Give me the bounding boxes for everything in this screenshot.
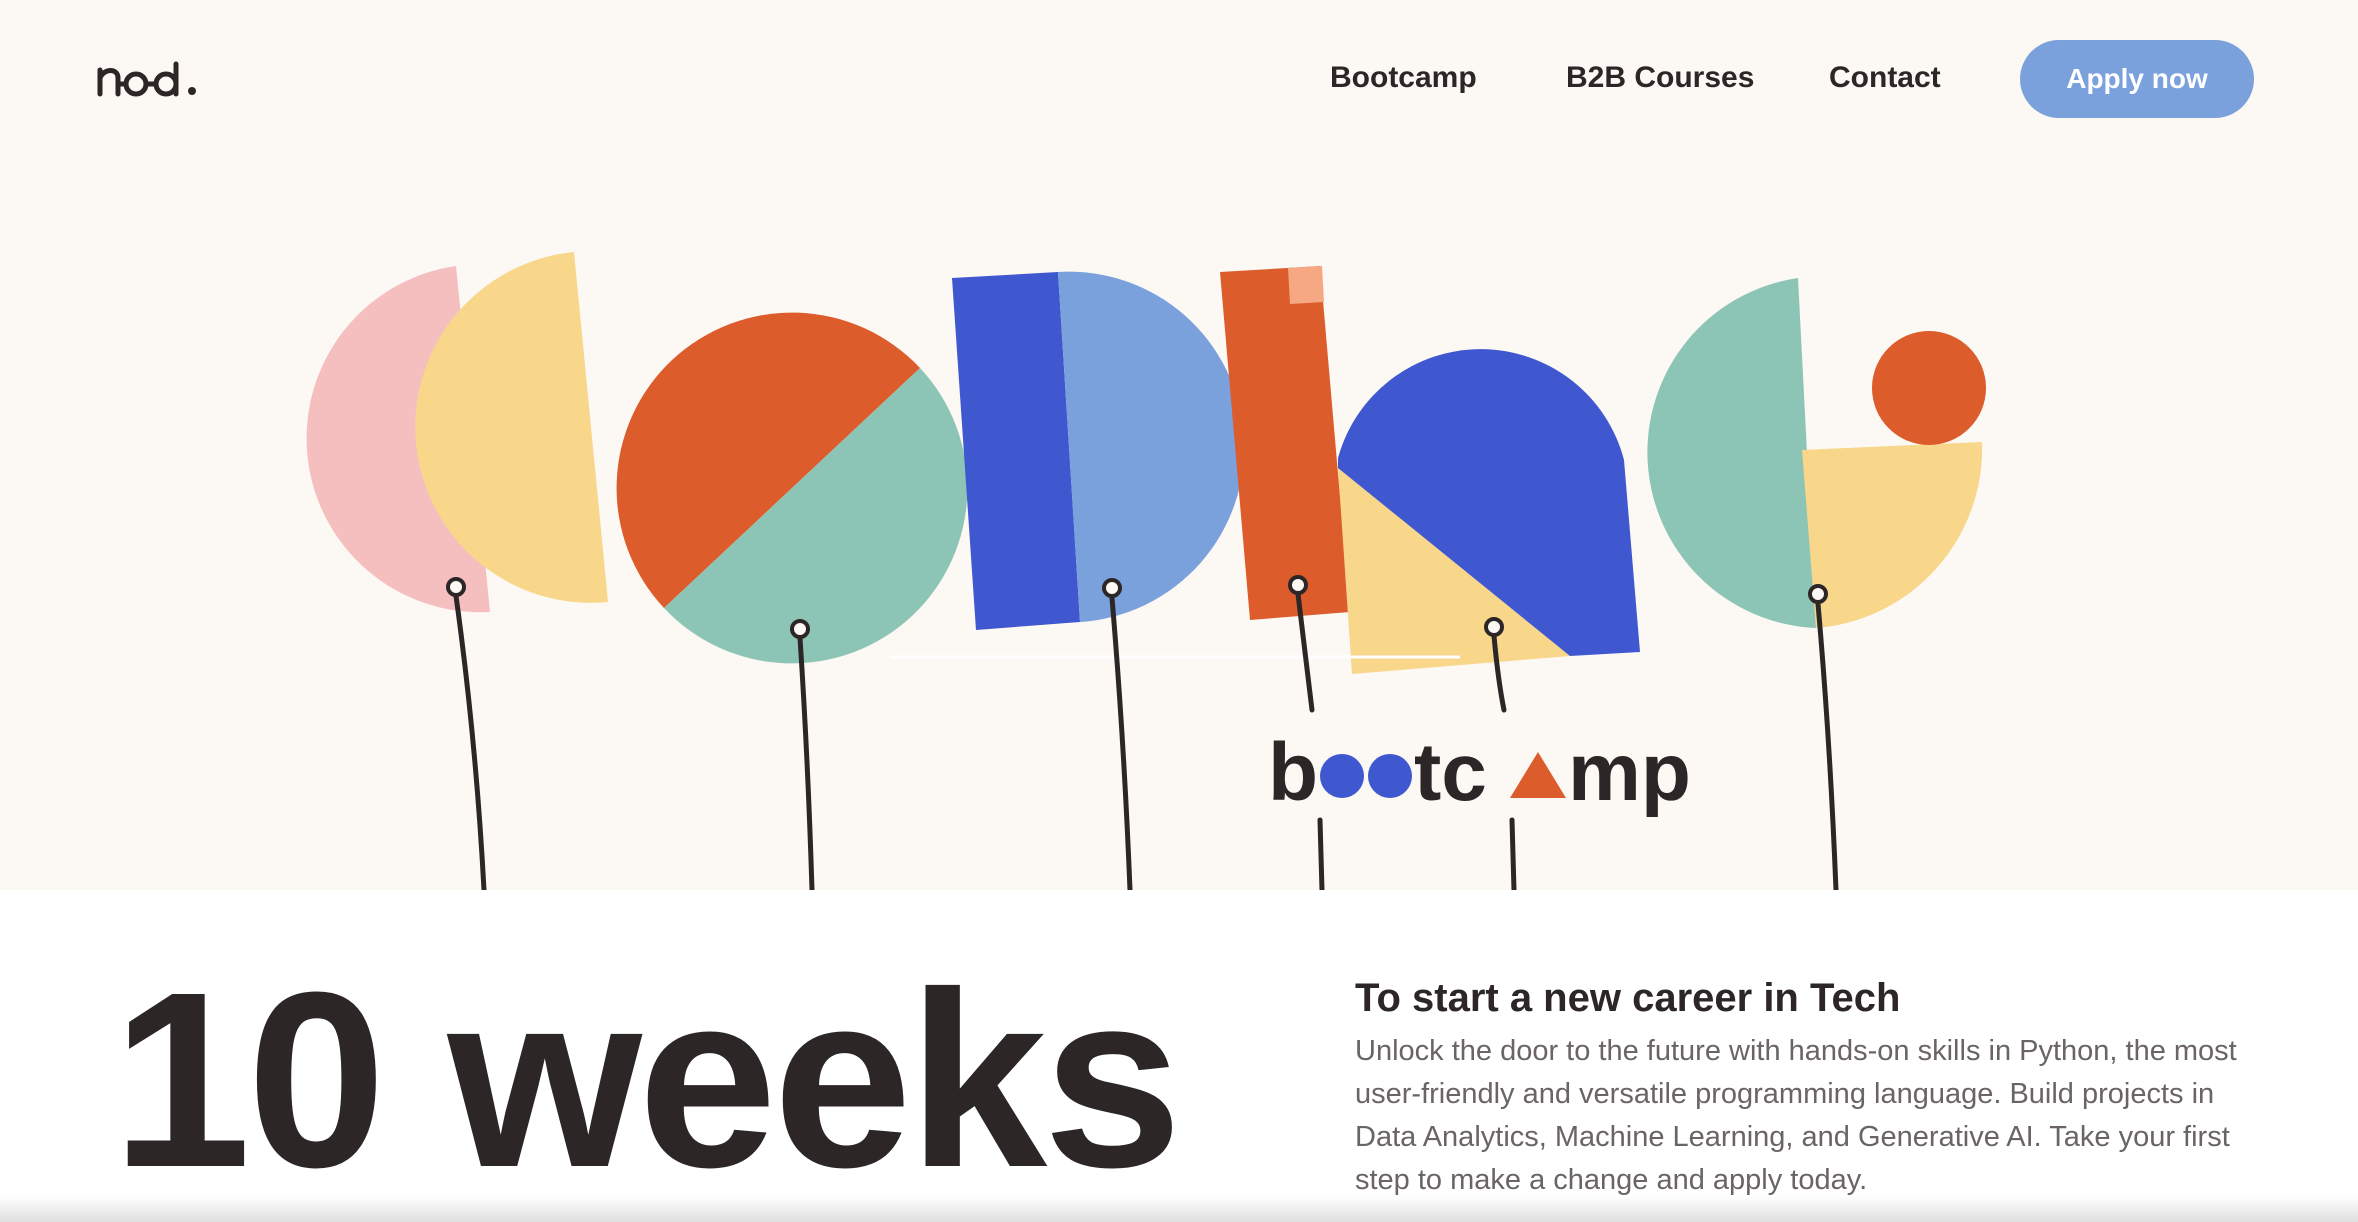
letter-i-shape [1220, 266, 1350, 620]
hero-section: Bootcamp B2B Courses Contact Apply now b… [0, 0, 2358, 890]
wordmark-tc: tc [1414, 727, 1487, 818]
duration-heading: 10 weeks [112, 940, 1182, 1219]
wordmark-a-triangle [1510, 752, 1566, 798]
scroll-shadow [0, 1196, 2358, 1222]
letter-c-shape [306, 252, 608, 613]
letter-d-shape [952, 271, 1245, 630]
wordmark-mp: mp [1568, 727, 1691, 818]
career-description: Unlock the door to the future with hands… [1355, 1035, 2237, 1196]
coding-bootcamp-illustration: b tc mp [306, 252, 1986, 890]
wordmark-b: b [1268, 727, 1318, 818]
wordmark-o-dot-1 [1320, 754, 1364, 798]
letter-g-shape [1647, 278, 1986, 628]
bootcamp-wordmark: b tc mp [1268, 727, 1691, 818]
wordmark-o-dot-2 [1368, 754, 1412, 798]
letter-o-shape [616, 312, 968, 664]
career-title: To start a new career in Tech [1355, 976, 1901, 1020]
